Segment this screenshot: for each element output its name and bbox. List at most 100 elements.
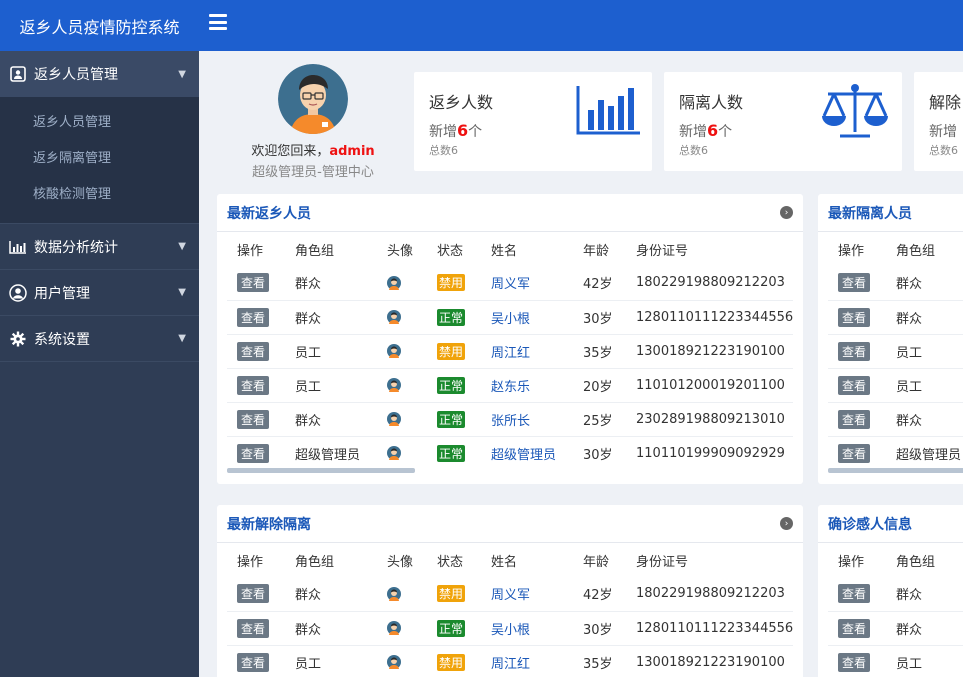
view-button[interactable]: 查看 bbox=[237, 375, 270, 395]
status-badge: 正常 bbox=[437, 619, 466, 637]
cell-id-number: 1280110111223344556 bbox=[626, 300, 794, 335]
col-action: 操作 bbox=[237, 243, 264, 259]
menu-returnee-management[interactable]: 返乡人员管理 ▼ bbox=[0, 51, 199, 97]
person-name-link[interactable]: 超级管理员 bbox=[491, 448, 556, 463]
panel-header: 最新隔离人员 bbox=[818, 194, 963, 232]
cell-age: 30岁 bbox=[573, 611, 626, 646]
table-row: 查看 群众 正常 吴小根 30岁 1280110111223344556 bbox=[227, 611, 794, 646]
person-name-link[interactable]: 周江红 bbox=[491, 346, 530, 361]
chevron-right-icon[interactable]: › bbox=[780, 517, 793, 530]
cell-avatar bbox=[377, 368, 427, 403]
view-button[interactable]: 查看 bbox=[237, 307, 270, 327]
menu-system-settings[interactable]: 系统设置 ▼ bbox=[0, 316, 199, 361]
panel-latest-returnees: 最新返乡人员 › 操作 角色组 头像 状态 姓名 年龄 身份证号 查看 群众 禁用周… bbox=[217, 194, 803, 484]
cell-action: 查看 bbox=[227, 611, 285, 646]
cell-age: 30岁 bbox=[583, 447, 613, 463]
cell-role: 员工 bbox=[285, 368, 377, 403]
cell-age: 20岁 bbox=[573, 368, 626, 403]
isolation-table: 操作 角色组 查看 群众 查看 群众 查看 员工 查看 员工 查看 群众 查看 超级管理员 bbox=[828, 232, 963, 470]
view-button[interactable]: 查看 bbox=[838, 443, 871, 463]
username: admin bbox=[329, 144, 375, 159]
stat-new-count: 6 bbox=[457, 121, 469, 140]
cell-id-number: 230289198809213010 bbox=[626, 402, 794, 437]
menu-user-management[interactable]: 用户管理 ▼ bbox=[0, 270, 199, 315]
person-name-link[interactable]: 周义军 bbox=[491, 277, 530, 292]
cell-role: 群众 bbox=[285, 266, 377, 301]
view-button[interactable]: 查看 bbox=[838, 375, 871, 395]
cell-avatar bbox=[377, 334, 427, 369]
user-avatar-icon bbox=[387, 378, 401, 392]
chevron-right-icon[interactable]: › bbox=[780, 206, 793, 219]
cell-action: 查看 bbox=[227, 577, 285, 612]
view-button[interactable]: 查看 bbox=[237, 652, 270, 672]
table-row: 查看 超级管理员 bbox=[828, 436, 963, 470]
cell-name: 吴小根 bbox=[481, 611, 573, 646]
person-name-link[interactable]: 张所长 bbox=[491, 414, 530, 429]
avatar[interactable] bbox=[278, 64, 348, 134]
cell-id-number: 130018921223190100 bbox=[636, 654, 785, 670]
submenu-nucleic-test-management[interactable]: 核酸检测管理 bbox=[0, 177, 199, 213]
cell-status: 禁用 bbox=[427, 266, 481, 301]
welcome-card: 欢迎您回来，admin 超级管理员-管理中心 bbox=[232, 64, 394, 180]
cell-avatar bbox=[377, 266, 427, 301]
cell-action: 查看 bbox=[828, 577, 886, 612]
cell-action: 查看 bbox=[227, 300, 285, 335]
cell-status: 正常 bbox=[427, 611, 481, 646]
caret-down-icon: ▼ bbox=[178, 241, 186, 252]
topbar bbox=[199, 0, 963, 51]
col-id-number: 身份证号 bbox=[636, 243, 689, 259]
col-role: 角色组 bbox=[295, 243, 335, 259]
view-button[interactable]: 查看 bbox=[838, 584, 871, 604]
cell-status: 正常 bbox=[427, 368, 481, 403]
stat-card-released: 解除 新增 总数6 bbox=[914, 72, 963, 171]
view-button[interactable]: 查看 bbox=[237, 584, 270, 604]
horizontal-scrollbar[interactable] bbox=[227, 468, 415, 473]
cell-role: 群众 bbox=[285, 300, 377, 335]
hamburger-menu-icon[interactable] bbox=[209, 14, 227, 30]
stat-title: 解除 bbox=[929, 93, 962, 112]
cell-status: 禁用 bbox=[427, 645, 481, 677]
view-button[interactable]: 查看 bbox=[838, 273, 871, 293]
view-button[interactable]: 查看 bbox=[237, 273, 270, 293]
person-name-link[interactable]: 周江红 bbox=[491, 657, 530, 672]
panel-title: 最新隔离人员 bbox=[828, 205, 912, 222]
view-button[interactable]: 查看 bbox=[237, 443, 270, 463]
user-avatar-icon bbox=[387, 344, 401, 358]
stat-total: 总数6 bbox=[929, 144, 958, 157]
cell-role: 群众 bbox=[285, 611, 377, 646]
table-header-row: 操作 角色组 bbox=[828, 232, 963, 266]
cell-action: 查看 bbox=[227, 402, 285, 437]
cell-role: 群众 bbox=[886, 266, 963, 301]
view-button[interactable]: 查看 bbox=[237, 341, 270, 361]
cell-status: 禁用 bbox=[427, 577, 481, 612]
cell-status: 正常 bbox=[427, 436, 481, 470]
submenu-isolation-management[interactable]: 返乡隔离管理 bbox=[0, 141, 199, 177]
view-button[interactable]: 查看 bbox=[838, 307, 871, 327]
person-name-link[interactable]: 吴小根 bbox=[491, 312, 530, 327]
person-name-link[interactable]: 周义军 bbox=[491, 588, 530, 603]
cell-action: 查看 bbox=[227, 334, 285, 369]
view-button[interactable]: 查看 bbox=[838, 652, 871, 672]
stat-new: 新增 bbox=[929, 124, 957, 140]
status-badge: 正常 bbox=[437, 376, 466, 394]
stat-new: 新增6个 bbox=[679, 121, 732, 141]
menu-data-analytics[interactable]: 数据分析统计 ▼ bbox=[0, 224, 199, 269]
status-badge: 禁用 bbox=[437, 342, 466, 360]
view-button[interactable]: 查看 bbox=[838, 618, 871, 638]
stat-title: 返乡人数 bbox=[429, 93, 494, 112]
view-button[interactable]: 查看 bbox=[838, 341, 871, 361]
view-button[interactable]: 查看 bbox=[237, 409, 270, 429]
cell-role: 员工 bbox=[886, 368, 963, 403]
cell-name: 超级管理员 bbox=[481, 436, 573, 470]
user-avatar-icon bbox=[387, 655, 401, 670]
menu-group-returnee: 返乡人员管理 ▼ 返乡人员管理 返乡隔离管理 核酸检测管理 bbox=[0, 51, 199, 224]
submenu-returnee-management[interactable]: 返乡人员管理 bbox=[0, 105, 199, 141]
cell-avatar bbox=[377, 577, 427, 612]
view-button[interactable]: 查看 bbox=[838, 409, 871, 429]
person-name-link[interactable]: 赵东乐 bbox=[491, 380, 530, 395]
person-name-link[interactable]: 吴小根 bbox=[491, 623, 530, 638]
horizontal-scrollbar[interactable] bbox=[828, 468, 963, 473]
cell-role: 员工 bbox=[285, 334, 377, 369]
view-button[interactable]: 查看 bbox=[237, 618, 270, 638]
col-name: 姓名 bbox=[491, 243, 518, 259]
